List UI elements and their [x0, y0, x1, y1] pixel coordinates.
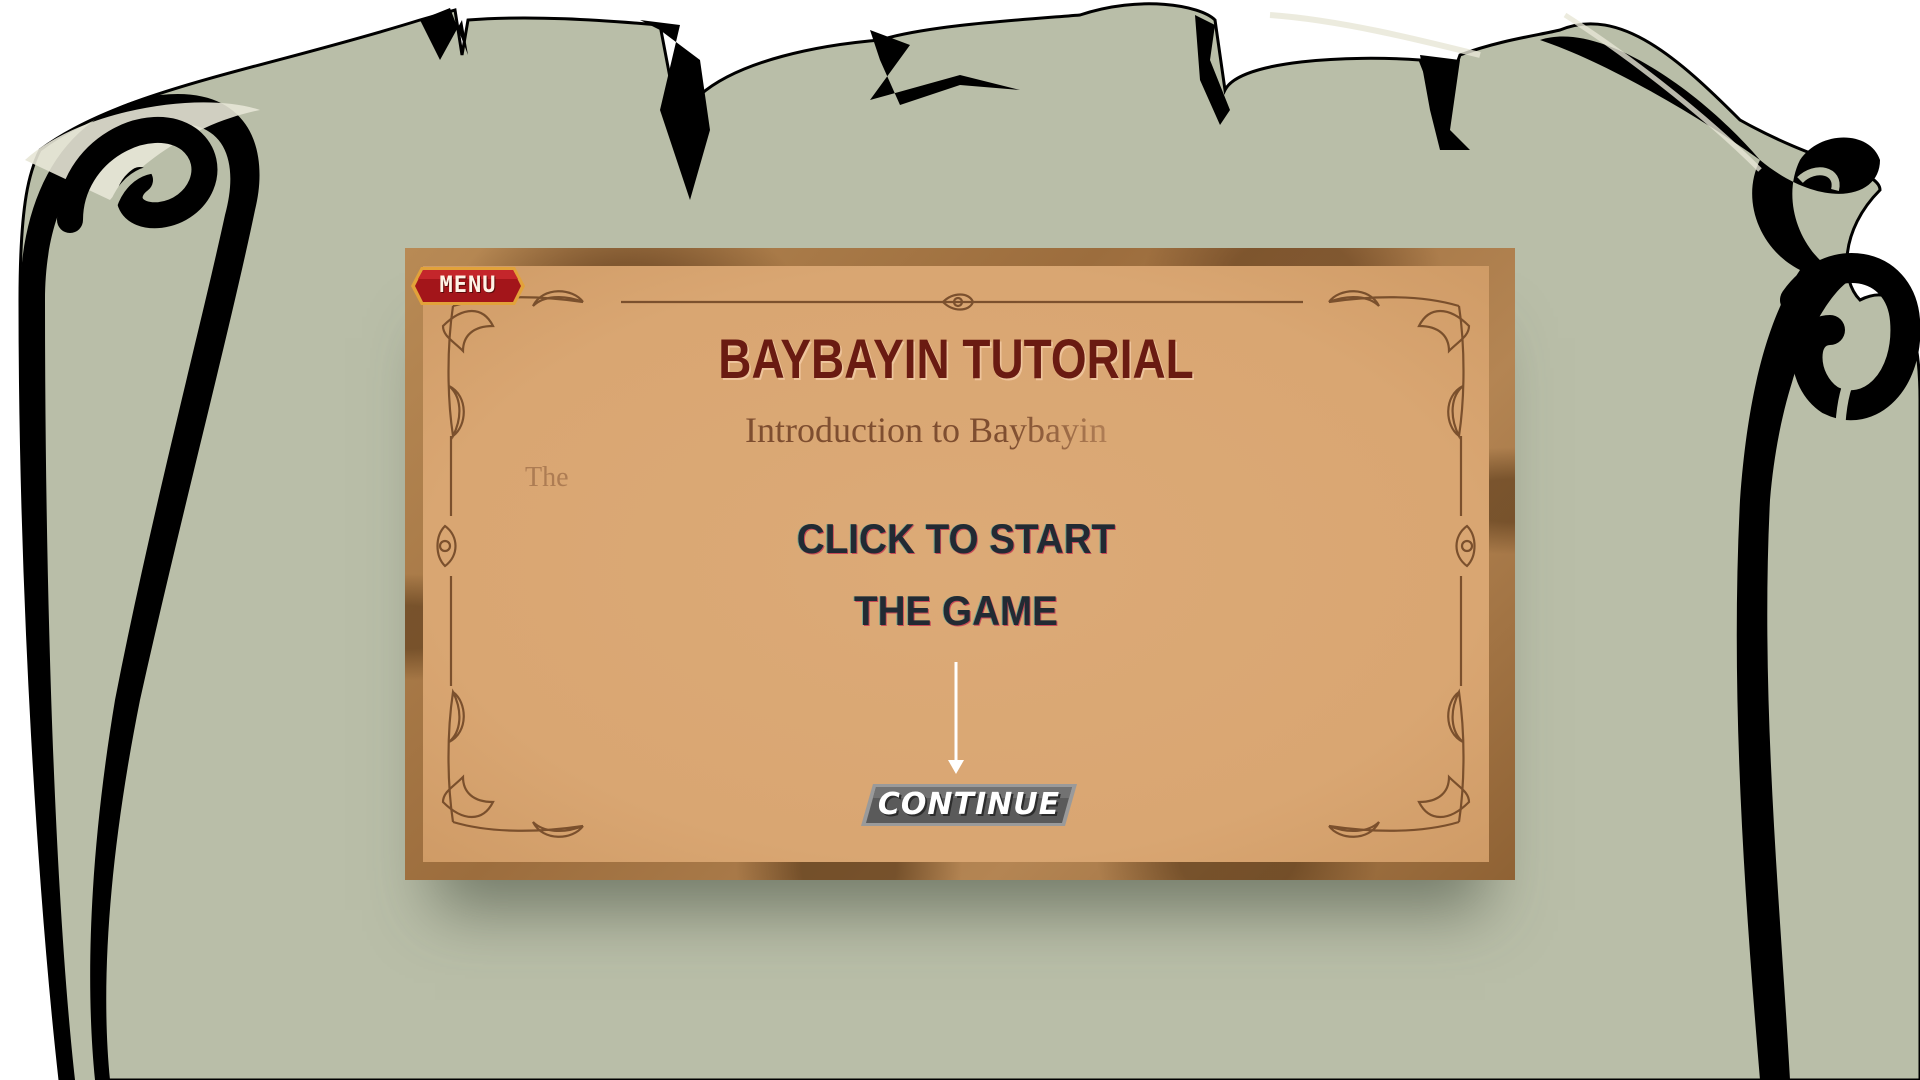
faded-body-text: The — [525, 462, 569, 493]
continue-button[interactable]: CONTINUE — [859, 782, 1079, 828]
game-screen: BAYBAYIN TUTORIAL Introduction to Baybay… — [0, 0, 1920, 1080]
tutorial-subtitle: Introduction to Baybayin — [745, 410, 1107, 450]
tutorial-title: BAYBAYIN TUTORIAL — [718, 327, 1194, 390]
start-prompt[interactable]: CLICK TO START THE GAME — [466, 503, 1447, 647]
menu-label: MENU — [439, 273, 497, 298]
arrow-down-icon — [948, 662, 964, 774]
continue-label: CONTINUE — [877, 787, 1061, 822]
start-prompt-line-1: CLICK TO START — [796, 515, 1116, 562]
menu-button[interactable]: MENU — [409, 265, 527, 307]
start-prompt-line-2: THE GAME — [854, 587, 1058, 634]
parchment-panel: BAYBAYIN TUTORIAL Introduction to Baybay… — [423, 266, 1489, 862]
game-frame: BAYBAYIN TUTORIAL Introduction to Baybay… — [405, 248, 1515, 880]
